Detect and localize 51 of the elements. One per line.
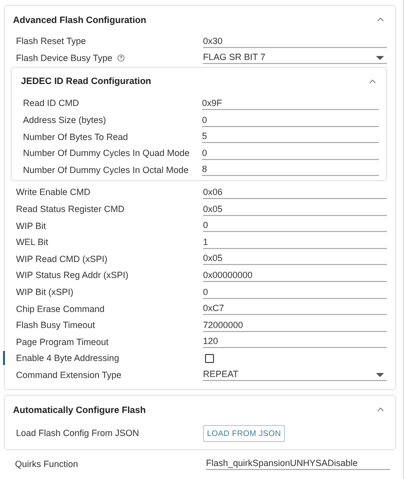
input-field[interactable]: 0x06 [203,186,387,199]
field-label: Number Of Bytes To Read [22,132,128,142]
chevron-icon[interactable] [369,78,376,84]
field-label: WIP Status Reg Addr (xSPI) [15,270,128,280]
caret-icon [376,56,384,60]
input-field[interactable]: 72000000 [203,318,387,332]
input-field[interactable]: 1 [203,236,387,249]
field-label: Quirks Function [14,458,78,469]
input-field[interactable]: 0x05 [203,252,387,266]
input-field[interactable]: 0 [203,286,387,299]
field-label: WIP Bit (xSPI) [15,287,74,298]
input-field[interactable]: 0x9F [202,96,379,110]
field-label: Flash Reset Type [15,36,86,46]
field-label: Command Extension Type [15,370,122,380]
field-label: WEL Bit [15,237,48,248]
load-button[interactable]: LOAD FROM JSON [203,424,285,442]
field-label: Address Size (bytes) [22,115,106,126]
input-field[interactable]: Flash_quirkSpansionUNHYSADisable [206,457,390,470]
field-label: Load Flash Config From JSON [15,428,140,438]
field-label: Number Of Dummy Cycles In Quad Mode [22,148,190,158]
input-field[interactable]: 0 [202,146,379,160]
field-label: Chip Erase Command [15,304,105,314]
field-label: Flash Device Busy Type [15,52,112,63]
input-field[interactable]: 0 [202,114,379,127]
input-field[interactable]: 0x05 [203,202,387,216]
input-field[interactable]: 8 [202,163,379,176]
dropdown[interactable]: FLAG SR BIT 7 [203,51,387,64]
input-field[interactable]: 0 [203,219,387,232]
dropdown[interactable]: REPEAT [203,368,387,382]
chevron-icon[interactable] [377,407,384,412]
input-field[interactable]: 0x30 [203,34,387,48]
field-label: Number Of Dummy Cycles In Octal Mode [22,164,189,175]
section-title: JEDEC ID Read Configuration [21,76,152,86]
field-label: Read ID CMD [22,98,80,108]
input-field[interactable]: 5 [202,130,379,144]
input-field[interactable]: 0xC7 [203,302,387,316]
input-field[interactable]: 120 [203,335,387,348]
caret-icon [376,373,384,378]
section-title: Advanced Flash Configuration [13,14,148,24]
input-field[interactable]: 0x00000000 [203,268,387,282]
field-label: Page Program Timeout [15,336,109,347]
field-label: Read Status Register CMD [15,204,125,214]
checkbox[interactable] [205,354,214,363]
help-icon[interactable] [117,54,126,62]
field-label: Enable 4 Byte Addressing [15,353,120,364]
field-label: Write Enable CMD [15,187,90,198]
field-label: WIP Read CMD (xSPI) [15,254,108,264]
field-label: Flash Busy Timeout [15,320,96,330]
section-title: Automatically Configure Flash [13,404,147,415]
chevron-icon[interactable] [377,17,384,22]
field-label: WIP Bit [15,220,46,231]
